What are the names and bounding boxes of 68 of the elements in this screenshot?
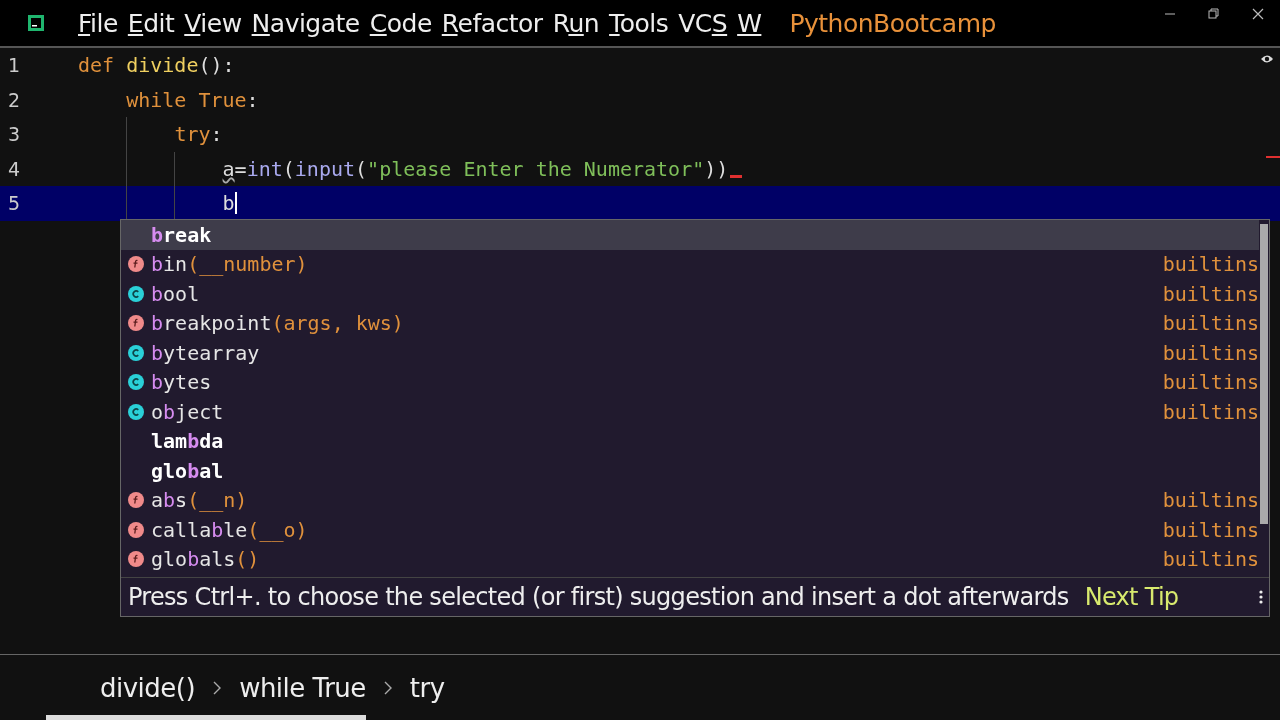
completion-item[interactable]: global — [121, 456, 1259, 486]
menu-item[interactable]: View — [184, 8, 242, 38]
code-token: b — [222, 191, 235, 216]
line-number: 5 — [7, 192, 22, 215]
code-token: ( — [282, 156, 295, 181]
function-icon — [128, 315, 144, 332]
menu-item[interactable]: File — [78, 8, 118, 38]
completion-item[interactable]: callable(__o) builtins — [121, 515, 1259, 545]
menu-item[interactable]: Navigate — [251, 8, 360, 38]
code-token: (): — [198, 53, 235, 78]
line-number: 1 — [7, 54, 22, 77]
class-icon — [128, 374, 144, 391]
completion-item[interactable]: object builtins — [121, 397, 1259, 427]
completion-item[interactable]: breakpoint(args, kws) builtins — [121, 308, 1259, 338]
code-token: True — [198, 87, 247, 112]
code-token: : — [210, 122, 223, 147]
breadcrumb-item[interactable]: while True — [239, 672, 366, 703]
line-number: 4 — [7, 157, 22, 180]
menu-item[interactable]: Edit — [127, 8, 175, 38]
code-token: def — [78, 53, 116, 78]
breadcrumb-item[interactable]: divide() — [100, 672, 196, 703]
line-number: 2 — [7, 88, 22, 111]
code-token: try — [174, 122, 211, 147]
menu-item[interactable]: Refactor — [441, 8, 543, 38]
more-icon[interactable] — [1259, 590, 1263, 605]
breadcrumb-item[interactable]: try — [409, 672, 445, 703]
function-icon — [128, 521, 144, 538]
scrollbar-thumb[interactable] — [46, 715, 366, 720]
project-title: PythonBootcamp — [789, 8, 996, 38]
restore-icon[interactable] — [1208, 8, 1220, 20]
code-token: ( — [355, 156, 368, 181]
completion-item[interactable]: abs(__n) builtins — [121, 485, 1259, 515]
chevron-icon — [213, 680, 222, 695]
function-icon — [128, 256, 144, 273]
code-token: input — [294, 156, 356, 181]
menu-item[interactable]: W — [737, 8, 762, 38]
completion-item[interactable]: bin(__number) builtins — [121, 249, 1259, 279]
next-tip-link[interactable]: Next Tip — [1084, 583, 1179, 612]
completion-item[interactable]: break — [121, 220, 1259, 250]
tip-text: Press Ctrl+. to choose the selected (or first) suggestion and insert a dot afterwards — [128, 583, 1069, 612]
close-icon[interactable] — [1252, 8, 1264, 20]
menu-item[interactable]: VCS — [678, 8, 728, 38]
code-token: = — [234, 156, 247, 181]
menu-item[interactable]: Code — [369, 8, 432, 38]
code-token: : — [246, 87, 259, 112]
menu-item[interactable]: Tools — [609, 8, 669, 38]
class-icon — [128, 285, 144, 302]
code-token: a — [222, 156, 235, 181]
completion-item[interactable]: bytearray builtins — [121, 338, 1259, 368]
chevron-icon — [383, 680, 392, 695]
menu-item[interactable]: Run — [552, 8, 600, 38]
class-icon — [128, 344, 144, 361]
function-icon — [128, 551, 144, 568]
function-icon — [128, 492, 144, 509]
completion-item[interactable]: bool builtins — [121, 279, 1259, 309]
code-token: divide — [126, 53, 199, 78]
eye-icon[interactable] — [1260, 54, 1274, 64]
completion-item[interactable]: lambda — [121, 426, 1259, 456]
code-token: "please Enter the Numerator" — [367, 156, 705, 181]
app-icon — [28, 15, 44, 31]
class-icon — [128, 403, 144, 420]
completion-item[interactable]: bytes builtins — [121, 367, 1259, 397]
line-number: 3 — [7, 123, 22, 146]
completion-item[interactable]: globals() builtins — [121, 544, 1259, 574]
code-token: )) — [704, 156, 729, 181]
code-token: while — [126, 87, 188, 112]
code-token: int — [246, 156, 283, 181]
text-caret — [234, 192, 237, 215]
